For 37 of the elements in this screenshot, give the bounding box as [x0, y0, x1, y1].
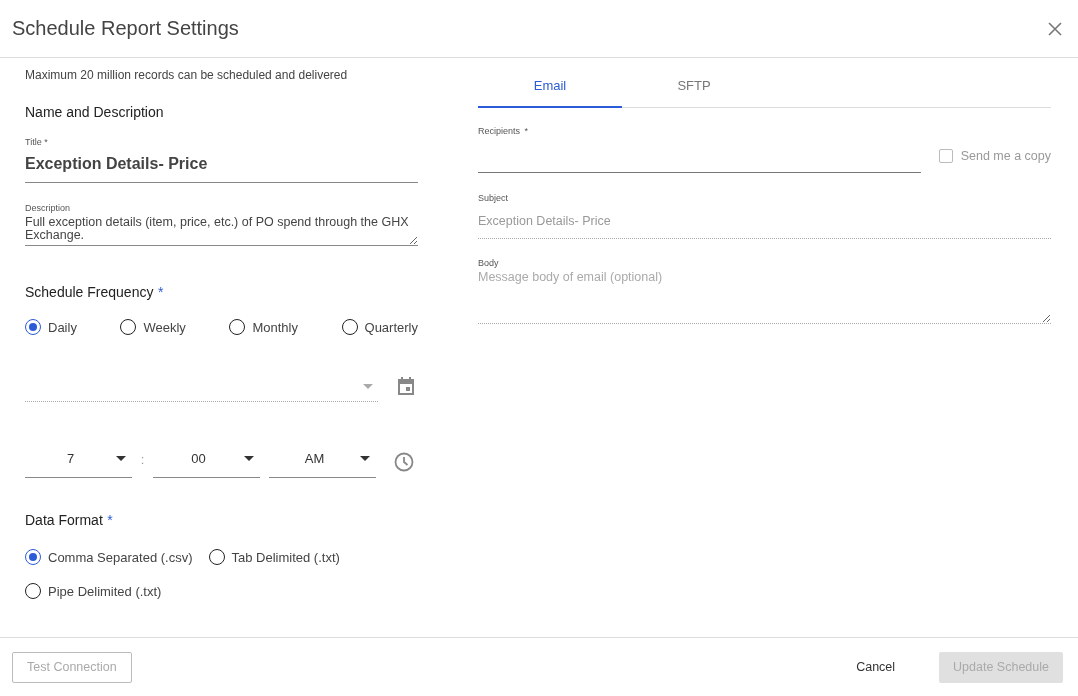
field-label: Body	[478, 258, 500, 268]
section-heading: Name and Description	[25, 104, 165, 120]
hour-dropdown[interactable]: 7	[25, 440, 132, 478]
required-mark: *	[107, 512, 113, 528]
caret-icon	[363, 384, 373, 389]
section-heading: Data Format	[25, 512, 103, 528]
field-label: Title *	[25, 137, 49, 147]
calendar-icon[interactable]	[396, 376, 416, 396]
field-label: Description	[25, 203, 72, 213]
radio-option[interactable]: Daily	[25, 319, 77, 335]
clock-icon[interactable]	[394, 452, 414, 472]
title-field[interactable]: Exception Details- Price	[25, 147, 418, 183]
body-field[interactable]: Message body of email (optional)	[478, 268, 1051, 324]
footer-button[interactable]: Cancel	[842, 651, 910, 683]
radio-option[interactable]: Monthly	[229, 319, 298, 335]
close-icon[interactable]	[1048, 21, 1062, 36]
section-heading: Schedule Frequency	[25, 284, 154, 300]
caret-icon	[244, 456, 254, 461]
required-mark: *	[157, 284, 164, 300]
dialog-title: Schedule Report Settings	[12, 17, 239, 40]
radio-option[interactable]: Comma Separated (.csv)	[25, 549, 193, 565]
delivery-tab[interactable]: Email	[478, 78, 622, 108]
required-mark: *	[524, 126, 528, 136]
field-label: Recipients	[478, 126, 521, 136]
field-label: Subject	[478, 193, 510, 203]
period-dropdown[interactable]: AM	[269, 440, 376, 478]
description-field[interactable]: Full exception details (item, price, etc.) of PO spend through the GHX Exchange.	[25, 213, 418, 246]
radio-option[interactable]: Quarterly	[341, 319, 418, 335]
time-separator: :	[139, 451, 146, 467]
caret-icon	[360, 456, 370, 461]
radio-option[interactable]: Weekly	[120, 319, 186, 335]
radio-option[interactable]: Tab Delimited (.txt)	[208, 549, 340, 565]
minute-dropdown[interactable]: 00	[153, 440, 260, 478]
radio-option[interactable]: Pipe Delimited (.txt)	[25, 583, 162, 599]
caret-icon	[116, 456, 126, 461]
notice-text: Maximum 20 million records can be scheduled and delivered	[25, 68, 349, 82]
delivery-tab[interactable]: SFTP	[622, 78, 766, 108]
